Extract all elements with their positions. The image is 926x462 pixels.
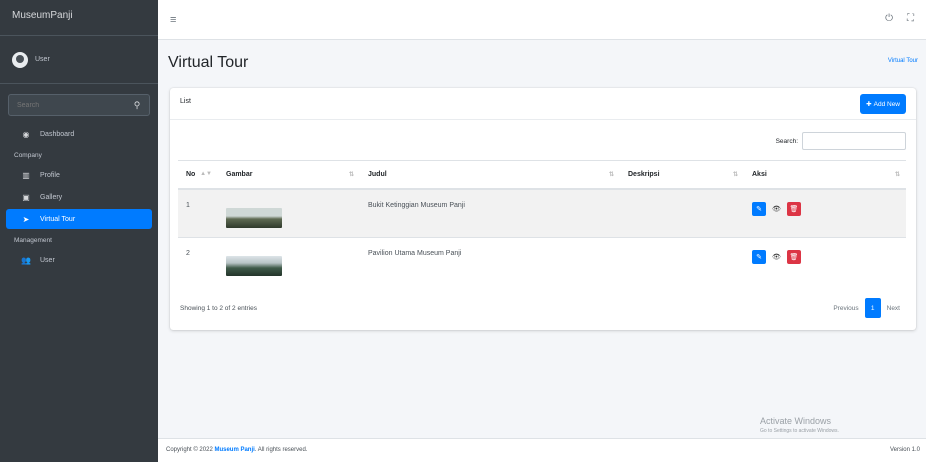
rights-text: . All rights reserved. [254, 447, 308, 453]
sidebar-item-label: Dashboard [40, 130, 75, 138]
fullscreen-icon[interactable]: ⛶ [907, 13, 914, 24]
list-card: List ✚ Add New Search: No ▲▼ Gambar ⇅ Judu… [170, 88, 916, 330]
user-name[interactable]: User [35, 56, 50, 63]
col-deskripsi-label: Deskripsi [628, 170, 660, 178]
add-new-button[interactable]: ✚ Add New [860, 94, 906, 114]
sidebar-item-label: Virtual Tour [40, 215, 76, 223]
col-aksi-label: Aksi [752, 170, 767, 178]
power-icon[interactable]: ⏻ [885, 13, 893, 24]
pagination: Previous 1 Next [827, 298, 906, 318]
cell-deskripsi [620, 188, 744, 238]
table-row: 1 Bukit Ketinggian Museum Panji ✎ 👁 🗑 [178, 188, 906, 238]
footer-version: Version 1.0 [889, 447, 920, 453]
delete-button[interactable]: 🗑 [786, 201, 801, 216]
cell-no: 1 [178, 188, 218, 238]
thumbnail-image[interactable] [226, 207, 282, 228]
delete-button[interactable]: 🗑 [786, 250, 801, 264]
sort-icon: ⇅ [894, 172, 900, 178]
activate-windows-watermark: Activate Windows Go to Settings to activ… [760, 416, 839, 434]
pagination-previous[interactable]: Previous [827, 299, 864, 317]
col-no[interactable]: No ▲▼ [178, 160, 218, 190]
view-icon[interactable]: 👁 [772, 253, 781, 261]
plus-icon: ✚ [866, 101, 872, 108]
table-info: Showing 1 to 2 of 2 entries [180, 305, 257, 312]
col-aksi[interactable]: Aksi ⇅ [744, 160, 906, 190]
page-title: Virtual Tour [168, 54, 249, 71]
col-deskripsi[interactable]: Deskripsi ⇅ [620, 160, 744, 190]
cell-aksi: ✎ 👁 🗑 [744, 237, 906, 287]
trash-icon: 🗑 [789, 254, 799, 261]
send-icon: ➤ [22, 214, 30, 224]
add-new-label: Add New [873, 100, 900, 108]
cell-aksi: ✎ 👁 🗑 [744, 188, 906, 238]
sort-icon: ⇅ [348, 172, 354, 178]
avatar [12, 51, 28, 68]
col-judul[interactable]: Judul ⇅ [360, 160, 620, 190]
top-navbar: ≡ ⏻ ⛶ [158, 0, 926, 40]
sidebar-item-gallery[interactable]: ▣ Gallery [6, 187, 152, 207]
sidebar-item-profile[interactable]: ▥ Profile [6, 165, 152, 185]
table-search-input[interactable] [802, 132, 906, 150]
pagination-page-1[interactable]: 1 [864, 298, 881, 318]
tachometer-icon: ◉ [22, 129, 30, 139]
sort-icon: ⇅ [608, 172, 614, 178]
breadcrumb[interactable]: Virtual Tour [888, 58, 918, 64]
sidebar-search-input[interactable] [9, 95, 125, 115]
edit-icon: ✎ [756, 205, 762, 213]
data-table: No ▲▼ Gambar ⇅ Judul ⇅ Deskripsi ⇅ Aksi ⇅ 1 B… [178, 160, 906, 287]
thumbnail-image[interactable] [226, 256, 282, 276]
sidebar-search: ⚲ [8, 94, 150, 116]
card-header: List ✚ Add New [170, 88, 916, 120]
sidebar-item-user[interactable]: 👥 User [6, 250, 152, 270]
brand-logo[interactable]: MuseumPanji [0, 0, 158, 36]
footer-copyright: Copyright © 2022 Museum Panji. All right… [166, 447, 307, 453]
table-search-label: Search: [775, 137, 798, 145]
nav-header-company: Company [14, 152, 42, 159]
col-judul-label: Judul [368, 170, 387, 178]
cell-judul: Bukit Ketinggian Museum Panji [360, 188, 620, 238]
sidebar-item-label: User [40, 256, 55, 264]
edit-icon: ✎ [756, 254, 762, 261]
copyright-text: Copyright © 2022 [166, 447, 215, 453]
watermark-title: Activate Windows [760, 416, 832, 426]
watermark-subtitle: Go to Settings to activate Windows. [760, 428, 839, 434]
trash-icon: 🗑 [789, 205, 799, 213]
image-icon: ▣ [22, 192, 30, 202]
view-icon[interactable]: 👁 [772, 205, 781, 213]
edit-button[interactable]: ✎ [752, 201, 766, 216]
cell-gambar [218, 188, 360, 238]
sidebar-item-dashboard[interactable]: ◉ Dashboard [6, 124, 152, 144]
cell-gambar [218, 237, 360, 287]
pagination-next[interactable]: Next [881, 299, 906, 317]
col-no-label: No [186, 170, 196, 178]
cell-no: 2 [178, 237, 218, 287]
col-gambar[interactable]: Gambar ⇅ [218, 160, 360, 190]
hamburger-menu-icon[interactable]: ≡ [170, 14, 176, 26]
sidebar-item-label: Gallery [40, 193, 63, 201]
footer: Copyright © 2022 Museum Panji. All right… [158, 438, 926, 462]
sort-asc-icon: ▲▼ [200, 171, 212, 177]
user-panel[interactable]: User [0, 36, 158, 84]
col-gambar-label: Gambar [226, 170, 253, 178]
users-icon: 👥 [21, 255, 31, 265]
cell-judul: Pavilion Utama Museum Panji [360, 237, 620, 287]
table-search: Search: [776, 132, 906, 150]
search-icon[interactable]: ⚲ [125, 95, 149, 115]
sidebar: MuseumPanji User ⚲ ◉ Dashboard Company ▥… [0, 0, 158, 462]
card-title: List [180, 98, 191, 105]
table-row: 2 Pavilion Utama Museum Panji ✎ 👁 🗑 [178, 237, 906, 287]
top-right-controls: ⏻ ⛶ [885, 13, 914, 24]
cell-deskripsi [620, 237, 744, 287]
edit-button[interactable]: ✎ [752, 250, 766, 264]
bank-icon: ▥ [22, 170, 30, 180]
nav-header-management: Management [14, 237, 52, 244]
sidebar-item-label: Profile [40, 171, 60, 179]
sidebar-item-virtual-tour[interactable]: ➤ Virtual Tour [6, 209, 152, 229]
footer-brand-link[interactable]: Museum Panji [214, 447, 254, 453]
sort-icon: ⇅ [732, 172, 738, 178]
